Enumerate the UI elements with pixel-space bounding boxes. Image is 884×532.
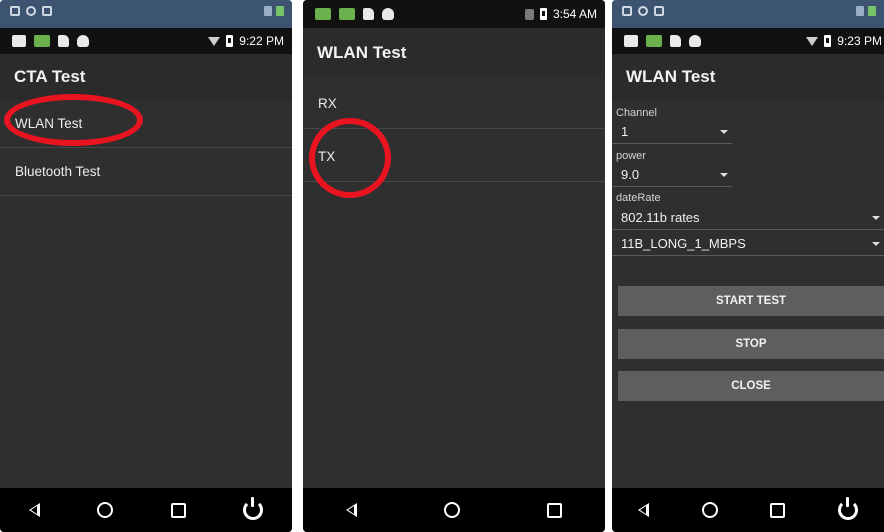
- dropdown-arrow-icon: [872, 242, 880, 246]
- search-icon: [26, 6, 36, 16]
- screen-wlan-test-menu: 3:54 AM WLAN Test RX TX: [303, 0, 605, 532]
- menu-icon: [622, 6, 632, 16]
- status-bar: 9:23 PM: [612, 28, 884, 54]
- screen-wlan-test-config: 9:23 PM WLAN Test Channel 1 power 9.0 da…: [612, 0, 884, 532]
- search-icon: [638, 6, 648, 16]
- clock: 9:23 PM: [837, 34, 882, 48]
- notification-bar: [612, 0, 884, 28]
- app-bar: WLAN Test: [612, 54, 884, 100]
- rate-mode-value: 11B_LONG_1_MBPS: [621, 236, 746, 251]
- daterate-label: dateRate: [616, 192, 661, 204]
- app-bar: WLAN Test: [303, 28, 605, 78]
- power-icon[interactable]: [243, 497, 264, 520]
- battery-icon: [226, 35, 234, 47]
- cat-icon: [689, 35, 701, 47]
- status-icon: [276, 6, 284, 16]
- dropdown-arrow-icon: [872, 216, 880, 220]
- navigation-bar: [612, 488, 884, 532]
- back-icon[interactable]: [638, 503, 650, 517]
- screen-cta-test: 9:22 PM CTA Test WLAN Test Bluetooth Tes…: [0, 0, 292, 532]
- app-icon: [12, 35, 26, 47]
- back-icon[interactable]: [346, 503, 358, 517]
- recent-apps-icon[interactable]: [170, 502, 186, 518]
- app-bar: CTA Test: [0, 54, 292, 100]
- android-icon: [315, 8, 331, 20]
- status-bar: 3:54 AM: [303, 0, 605, 28]
- page-title: WLAN Test: [317, 43, 407, 62]
- wifi-icon: [806, 36, 819, 46]
- page-title: WLAN Test: [626, 67, 716, 86]
- android-icon: [34, 35, 50, 47]
- navigation-bar: [0, 488, 292, 532]
- home-icon[interactable]: [97, 502, 114, 518]
- home-icon[interactable]: [701, 502, 718, 518]
- recent-apps-icon[interactable]: [770, 502, 786, 518]
- highlight-circle: [309, 118, 391, 198]
- list-item-label: Bluetooth Test: [15, 164, 101, 179]
- sd-card-icon: [363, 8, 374, 20]
- power-spinner[interactable]: 9.0: [612, 164, 732, 187]
- rate-mode-spinner[interactable]: 11B_LONG_1_MBPS: [612, 233, 884, 256]
- power-value: 9.0: [621, 167, 640, 182]
- channel-value: 1: [621, 124, 629, 139]
- start-test-button[interactable]: START TEST: [618, 286, 884, 316]
- sd-card-icon: [670, 35, 681, 47]
- channel-label: Channel: [616, 107, 657, 119]
- navigation-bar: [303, 488, 605, 532]
- dropdown-arrow-icon: [720, 130, 728, 134]
- channel-spinner[interactable]: 1: [612, 121, 732, 144]
- cat-icon: [77, 35, 89, 47]
- close-button[interactable]: CLOSE: [618, 371, 884, 401]
- cat-icon: [382, 8, 394, 20]
- notification-icon: [42, 6, 52, 16]
- status-icon: [868, 6, 876, 16]
- status-icon: [856, 6, 864, 16]
- page-title: CTA Test: [14, 67, 86, 86]
- notification-icon: [654, 6, 664, 16]
- dropdown-arrow-icon: [720, 173, 728, 177]
- power-icon[interactable]: [837, 497, 858, 520]
- battery-icon: [824, 35, 832, 47]
- rates-value: 802.11b rates: [621, 210, 700, 225]
- back-icon[interactable]: [28, 503, 40, 517]
- recent-apps-icon[interactable]: [546, 502, 562, 518]
- android-icon: [646, 35, 662, 47]
- wifi-icon: [208, 36, 221, 46]
- list-item-label: RX: [318, 96, 337, 111]
- sd-card-icon: [58, 35, 69, 47]
- power-label: power: [616, 150, 646, 162]
- list-item-bluetooth-test[interactable]: Bluetooth Test: [0, 149, 292, 196]
- home-icon[interactable]: [443, 502, 460, 518]
- rates-spinner[interactable]: 802.11b rates: [612, 207, 884, 230]
- signal-icon: [524, 8, 534, 20]
- menu-icon: [10, 6, 20, 16]
- notification-bar: [0, 0, 292, 28]
- battery-icon: [539, 8, 547, 20]
- app-icon: [624, 35, 638, 47]
- status-icon: [264, 6, 272, 16]
- highlight-circle: [4, 94, 143, 146]
- status-bar: 9:22 PM: [0, 28, 292, 54]
- stop-button[interactable]: STOP: [618, 329, 884, 359]
- clock: 9:22 PM: [239, 34, 284, 48]
- clock: 3:54 AM: [552, 7, 597, 21]
- android-icon: [339, 8, 355, 20]
